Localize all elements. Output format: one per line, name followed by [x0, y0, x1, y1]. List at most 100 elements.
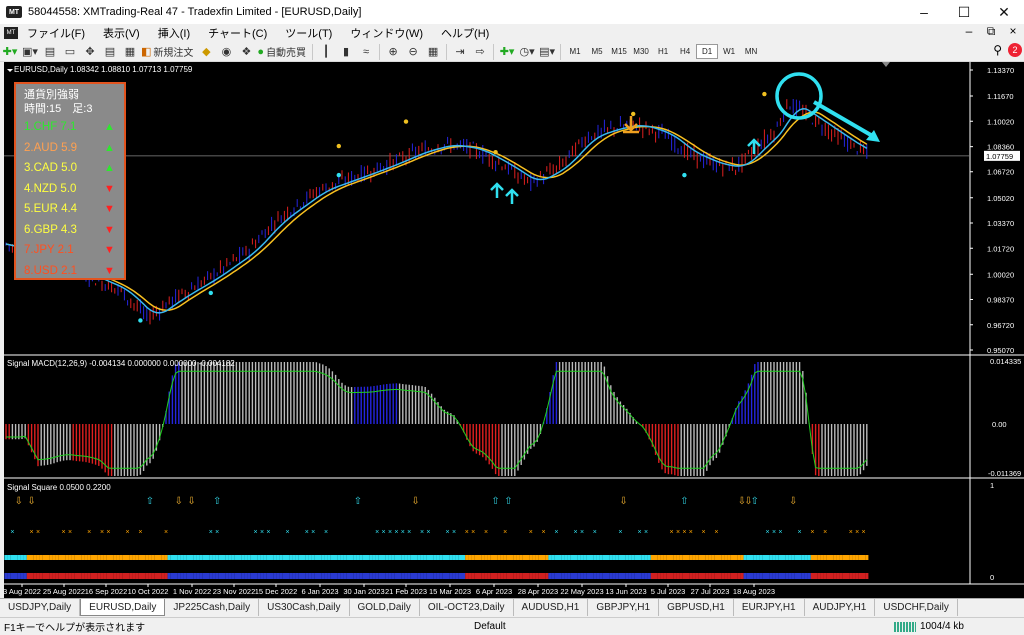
strength-row: 3.CAD 5.0 ▲ [24, 158, 124, 179]
menu-tools[interactable]: ツール(T) [276, 25, 341, 41]
periods-icon[interactable]: ◷▾ [518, 43, 536, 61]
tf-m1[interactable]: M1 [564, 44, 586, 59]
tf-m5[interactable]: M5 [586, 44, 608, 59]
square-mark: × [810, 529, 814, 536]
menu-help[interactable]: ヘルプ(H) [432, 25, 498, 41]
zoom-out-icon[interactable]: ⊖ [404, 43, 422, 61]
square-cell [350, 573, 354, 579]
notifications-badge[interactable]: 2 [1008, 43, 1022, 57]
zoom-in-icon[interactable]: ⊕ [384, 43, 402, 61]
chart-canvas[interactable]: × × × × × × × × × × × × × × × × × × × × × × × × × × × × × × × × × × × × × × × ×… [3, 62, 1024, 598]
square-cell [241, 573, 245, 579]
chart-shift-icon[interactable]: ⇥ [451, 43, 469, 61]
chart-tab[interactable]: EURJPY,H1 [734, 599, 805, 616]
chart-tab[interactable]: GBPUSD,H1 [659, 599, 734, 616]
data-window-icon[interactable]: ▭ [61, 43, 79, 61]
metaeditor-icon[interactable]: ◆ [197, 43, 215, 61]
square-cell [401, 573, 405, 579]
chart-tab[interactable]: OIL-OCT23,Daily [420, 599, 514, 616]
square-cell [506, 573, 510, 579]
square-cell [666, 555, 670, 560]
child-close-icon[interactable]: × [1002, 24, 1024, 39]
minimize-icon[interactable]: – [904, 0, 944, 24]
square-cell [279, 555, 283, 560]
line-chart-icon[interactable]: ≈ [357, 43, 375, 61]
square-mark: × [215, 529, 219, 536]
maximize-icon[interactable]: ☐ [944, 0, 984, 24]
tester-icon[interactable]: ▦ [121, 43, 139, 61]
square-cell [151, 555, 155, 560]
navigator-icon[interactable]: ✥ [81, 43, 99, 61]
square-cell [641, 555, 645, 560]
tile-windows-icon[interactable]: ▦ [424, 43, 442, 61]
square-cell [369, 555, 373, 560]
square-cell [644, 555, 648, 560]
square-cell [657, 573, 661, 579]
search-icon[interactable]: ⚲ [993, 43, 1002, 57]
tf-m30[interactable]: M30 [630, 44, 652, 59]
square-cell [206, 555, 210, 560]
tf-w1[interactable]: W1 [718, 44, 740, 59]
tf-m15[interactable]: M15 [608, 44, 630, 59]
chart-tab[interactable]: USDCHF,Daily [875, 599, 958, 616]
square-cell [574, 555, 578, 560]
profiles-icon[interactable]: ▣▾ [21, 43, 39, 61]
tf-mn[interactable]: MN [740, 44, 762, 59]
menu-chart[interactable]: チャート(C) [199, 25, 276, 41]
date-label: 6 Apr 2023 [476, 587, 512, 596]
square-mark: × [30, 529, 34, 536]
square-cell [497, 573, 501, 579]
close-icon[interactable]: ✕ [984, 0, 1024, 24]
chart-window[interactable]: × × × × × × × × × × × × × × × × × × × × × × × × × × × × × × × × × × × × × × × ×… [3, 62, 1024, 598]
currency-strength-panel: 通貨別強弱 時間:15 足:3 1.CHF 7.1 ▲ 2.AUD 5.9 ▲ 3.CA… [14, 82, 126, 280]
square-cell [276, 573, 280, 579]
radio-icon[interactable]: ❖ [237, 43, 255, 61]
chart-tab[interactable]: USDJPY,Daily [0, 599, 81, 616]
chart-tab[interactable]: AUDJPY,H1 [805, 599, 876, 616]
candle-chart-icon[interactable]: ▮ [337, 43, 355, 61]
chart-tab[interactable]: AUDUSD,H1 [514, 599, 589, 616]
templates-icon[interactable]: ▤▾ [538, 43, 556, 61]
chart-tab[interactable]: US30Cash,Daily [259, 599, 350, 616]
menu-window[interactable]: ウィンドウ(W) [341, 25, 432, 41]
square-cell [334, 573, 338, 579]
chart-tab[interactable]: EURUSD,Daily [80, 599, 166, 616]
square-cell [126, 573, 130, 579]
terminal-icon[interactable]: ▤ [101, 43, 119, 61]
menu-view[interactable]: 表示(V) [94, 25, 149, 41]
menu-file[interactable]: ファイル(F) [18, 25, 94, 41]
price-label: 1.10020 [987, 117, 1014, 126]
auto-scroll-icon[interactable]: ⇨ [471, 43, 489, 61]
square-cell [119, 555, 123, 560]
square-mark: × [126, 529, 130, 536]
square-cell [4, 573, 8, 579]
square-cell [670, 573, 674, 579]
square-cell [321, 555, 325, 560]
square-cell [23, 573, 27, 579]
square-cell [417, 555, 421, 560]
child-minimize-icon[interactable]: – [958, 24, 980, 39]
tf-h1[interactable]: H1 [652, 44, 674, 59]
square-cell [17, 555, 21, 560]
date-label: 28 Apr 2023 [518, 587, 558, 596]
down-signal-icon: ⇩ [27, 496, 35, 507]
child-restore-icon[interactable]: ⧉ [980, 24, 1002, 39]
tf-h4[interactable]: H4 [674, 44, 696, 59]
tf-d1[interactable]: D1 [696, 44, 719, 59]
new-chart-icon[interactable]: ✚▾ [1, 43, 19, 61]
connection-bars-icon [894, 621, 916, 632]
square-cell [791, 555, 795, 560]
indicators-icon[interactable]: ✚▾ [498, 43, 516, 61]
bar-chart-icon[interactable]: ┃ [317, 43, 335, 61]
signals-icon[interactable]: ◉ [217, 43, 235, 61]
chart-tab[interactable]: JP225Cash,Daily [165, 599, 260, 616]
menu-insert[interactable]: 挿入(I) [149, 25, 199, 41]
auto-trade-button[interactable]: ● 自動売買 [257, 43, 308, 61]
square-cell [193, 555, 197, 560]
chart-tab[interactable]: GBPJPY,H1 [588, 599, 660, 616]
new-order-button[interactable]: ◧ 新規注文 [141, 43, 195, 61]
square-cell [148, 555, 152, 560]
chart-tab[interactable]: GOLD,Daily [350, 599, 420, 616]
market-watch-icon[interactable]: ▤ [41, 43, 59, 61]
square-cell [695, 573, 699, 579]
